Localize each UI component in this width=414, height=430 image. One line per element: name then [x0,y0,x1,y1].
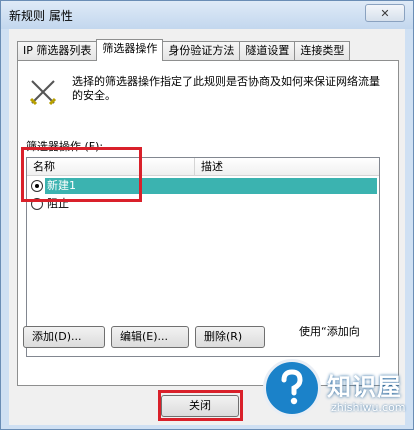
watermark-logo-icon [263,359,321,417]
tab-connection-type[interactable]: 连接类型 [294,41,351,61]
watermark-subtitle: zhishiwu.com [331,401,406,414]
edit-button[interactable]: 编辑(E)... [111,326,189,348]
highlight-box [21,147,142,202]
filter-action-description: 选择的筛选器操作指定了此规则是否协商及如何来保证网络流量的安全。 [72,75,380,102]
tab-ip-filter-list[interactable]: IP 筛选器列表 [17,41,98,61]
highlight-box [158,390,243,421]
question-mark-icon [281,369,303,405]
use-wizard-checkbox[interactable] [273,323,293,343]
properties-window: 新规则 属性 ✕ IP 筛选器列表 筛选器操作 身份验证方法 隧道设置 连接类型… [0,0,414,430]
tab-authentication-methods[interactable]: 身份验证方法 [162,41,241,61]
watermark-title: 知识屋 [327,373,402,401]
add-button[interactable]: 添加(D)... [23,326,105,348]
crossed-swords-icon [29,80,57,106]
column-header-description[interactable]: 描述 [195,158,379,176]
close-icon: ✕ [380,6,390,20]
title-bar[interactable]: 新规则 属性 ✕ [1,1,413,29]
delete-button[interactable]: 删除(R) [195,326,265,348]
tab-filter-action[interactable]: 筛选器操作 [96,39,164,61]
close-window-button[interactable]: ✕ [365,4,405,22]
tab-strip: IP 筛选器列表 筛选器操作 身份验证方法 隧道设置 连接类型 [17,39,351,61]
tab-tunnel-settings[interactable]: 隧道设置 [239,41,296,61]
watermark: 知识屋 zhishiwu.com [257,349,414,430]
window-title: 新规则 属性 [9,9,73,23]
use-wizard-label: 使用“添加向 [299,325,359,338]
